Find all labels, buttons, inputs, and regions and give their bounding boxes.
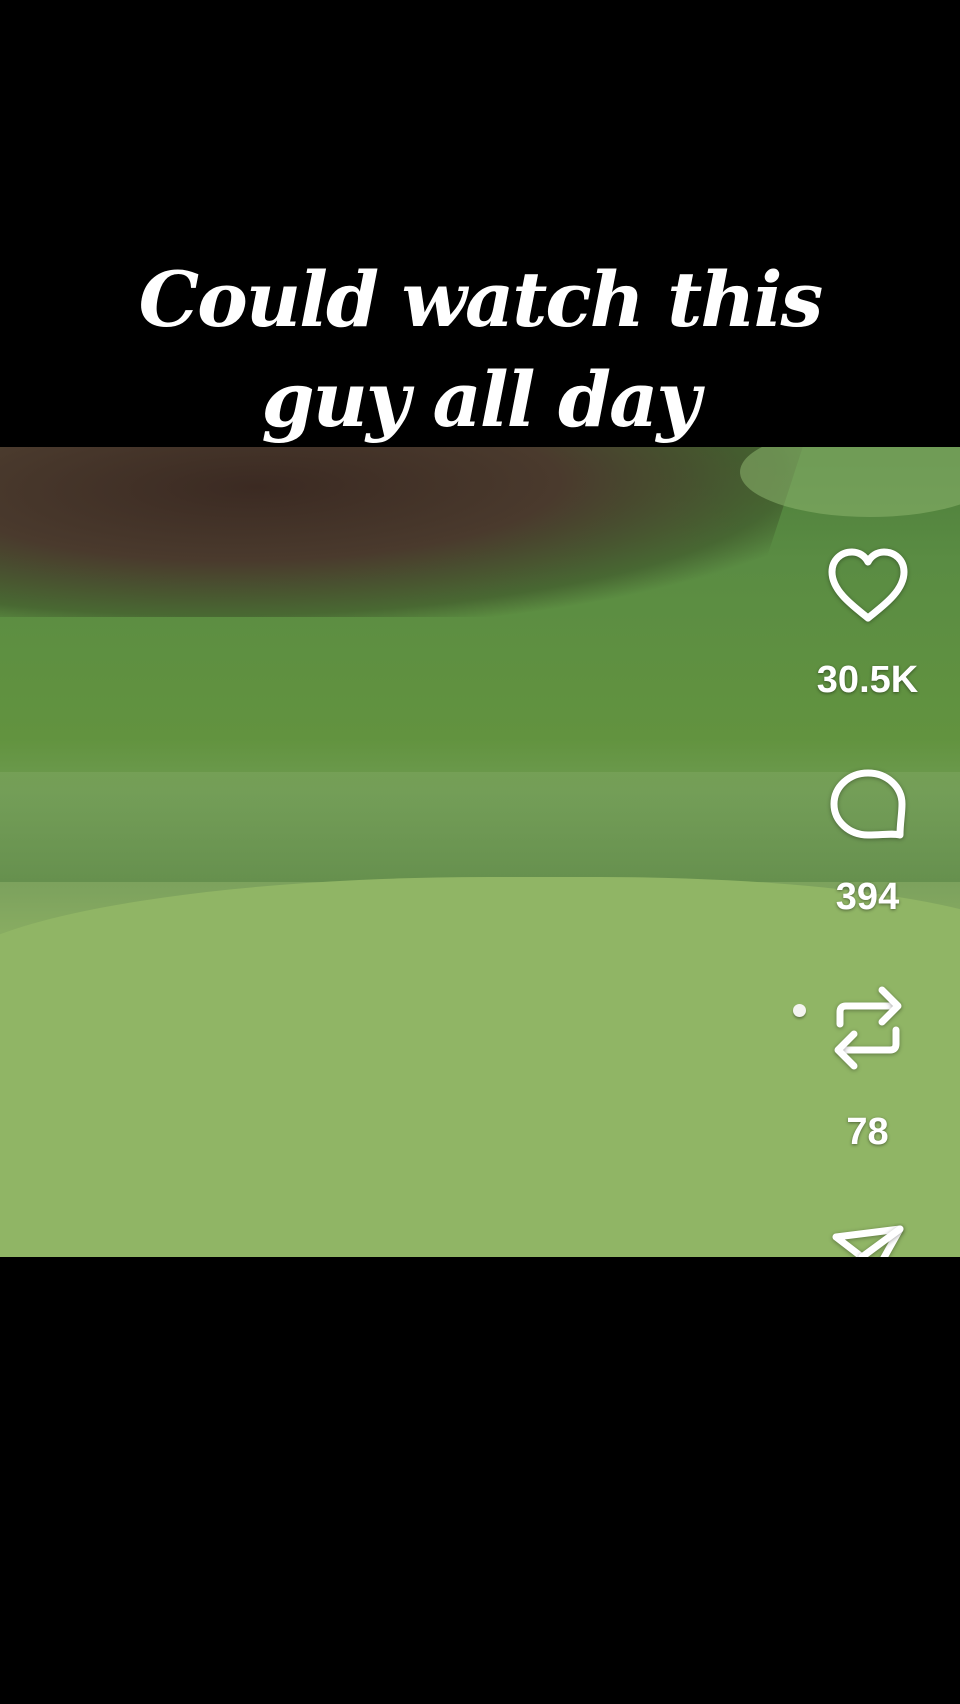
- tree-shadow: [0, 447, 813, 617]
- comment-icon: [830, 769, 905, 839]
- repost-button[interactable]: 78: [800, 982, 935, 1154]
- repost-count: 78: [846, 1111, 889, 1153]
- caption-line-1: Could watch this: [138, 255, 824, 344]
- comment-count: 394: [835, 876, 900, 918]
- share-button[interactable]: [800, 1223, 935, 1257]
- video-caption: Could watch this guy all day: [0, 250, 960, 450]
- repost-icon: [834, 986, 901, 1070]
- heart-icon: [828, 548, 907, 622]
- share-icon: [832, 1225, 903, 1257]
- like-count: 30.5K: [816, 659, 919, 701]
- comment-button[interactable]: 394: [800, 767, 935, 919]
- like-button[interactable]: 30.5K: [800, 548, 935, 702]
- caption-line-2: guy all day: [261, 355, 700, 444]
